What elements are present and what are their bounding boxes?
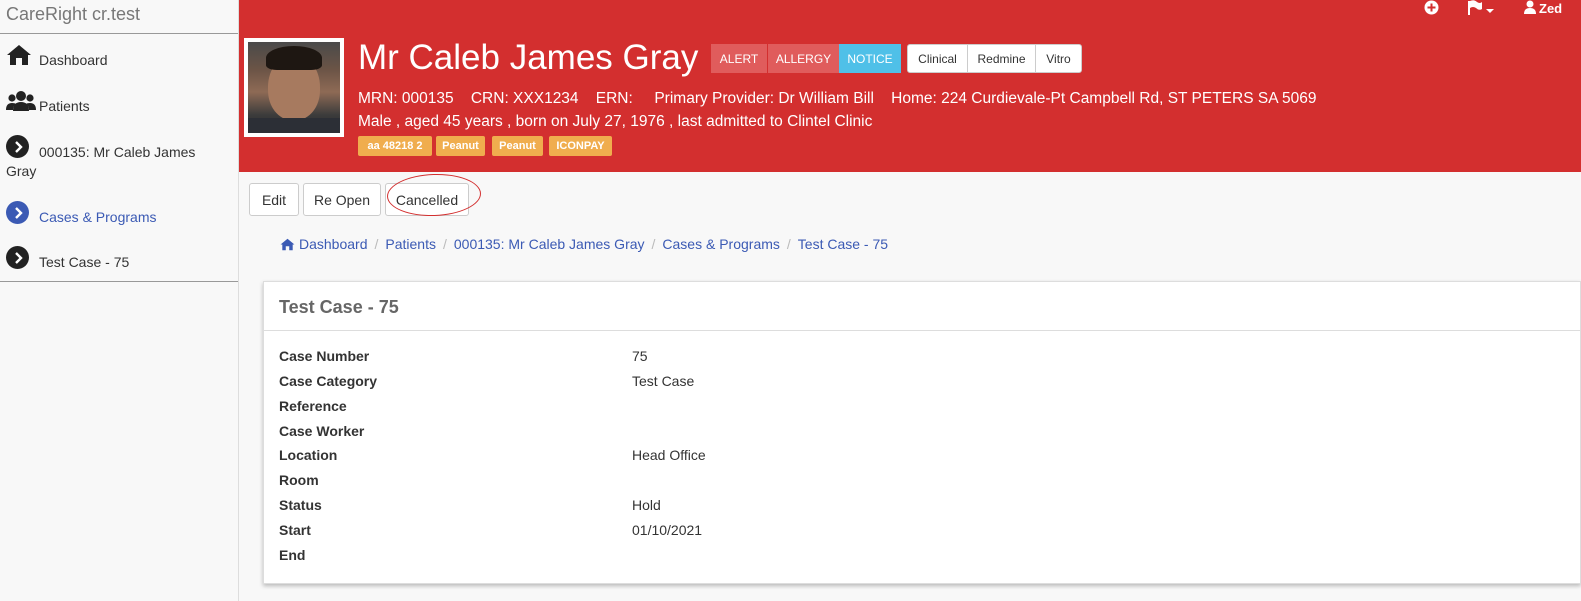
- users-icon: [6, 90, 36, 115]
- field-label: Start: [279, 522, 311, 538]
- patient-tag: Peanut: [436, 136, 485, 156]
- reopen-button[interactable]: Re Open: [303, 183, 381, 216]
- field-value: Test Case: [632, 373, 695, 389]
- field-label: Case Number: [279, 348, 370, 364]
- field-label: Reference: [279, 398, 347, 414]
- sidebar-item-label: Test Case - 75: [39, 254, 130, 270]
- patient-tag: ICONPAY: [549, 136, 612, 156]
- breadcrumb-separator: /: [374, 236, 379, 252]
- breadcrumb-patients[interactable]: Patients: [385, 236, 436, 252]
- home-icon: [280, 238, 295, 251]
- case-field-row: Status Hold: [279, 497, 1479, 517]
- sidebar-item-label: Cases & Programs: [39, 209, 157, 225]
- field-value: 75: [632, 348, 648, 364]
- patient-tag: Peanut: [492, 136, 543, 156]
- breadcrumb: Dashboard / Patients / 000135: Mr Caleb …: [280, 236, 888, 252]
- flag-icon: [1467, 0, 1483, 18]
- brand-title[interactable]: CareRight cr.test: [0, 0, 238, 34]
- home-icon: [6, 44, 32, 69]
- sidebar-item-label: Dashboard: [39, 52, 108, 68]
- field-value: Hold: [632, 497, 661, 513]
- case-details-panel: Test Case - 75 Case Number 75 Case Categ…: [263, 281, 1581, 584]
- breadcrumb-cases-programs[interactable]: Cases & Programs: [662, 236, 779, 252]
- breadcrumb-separator: /: [786, 236, 791, 252]
- breadcrumb-patient[interactable]: 000135: Mr Caleb James Gray: [454, 236, 645, 252]
- sidebar-item-label: Patients: [39, 98, 90, 114]
- breadcrumb-test-case[interactable]: Test Case - 75: [798, 236, 888, 252]
- patient-name: Mr Caleb James Gray: [358, 38, 699, 77]
- patient-header: Zed Mr Caleb James Gray ALERT ALLERGY NO…: [239, 0, 1581, 172]
- user-name: Zed: [1539, 1, 1563, 16]
- patient-tag: aa 48218 2: [358, 136, 432, 156]
- breadcrumb-separator: /: [442, 236, 447, 252]
- case-field-row: Start 01/10/2021: [279, 522, 1479, 542]
- sidebar-item-patient-record[interactable]: 000135: Mr Caleb James Gray: [0, 135, 238, 179]
- notice-button[interactable]: NOTICE: [839, 44, 901, 73]
- case-field-row: Case Number 75: [279, 348, 1479, 368]
- chevron-right-icon: [6, 246, 29, 269]
- user-menu[interactable]: Zed: [1524, 0, 1562, 17]
- panel-title: Test Case - 75: [279, 297, 399, 317]
- field-label: Case Worker: [279, 423, 365, 439]
- case-field-row: Room: [279, 472, 1479, 492]
- sidebar-item-label: 000135: Mr Caleb James: [39, 144, 196, 160]
- caret-down-icon: [1486, 2, 1494, 17]
- flag-dropdown[interactable]: [1467, 0, 1494, 18]
- sidebar-item-test-case[interactable]: Test Case - 75: [0, 246, 238, 276]
- case-field-row: Case Category Test Case: [279, 373, 1479, 393]
- sidebar-divider: [0, 281, 238, 282]
- field-label: End: [279, 547, 306, 563]
- user-icon: [1524, 0, 1536, 17]
- clinical-button[interactable]: Clinical: [907, 44, 968, 73]
- sidebar: CareRight cr.test Dashboard Patients 000…: [0, 0, 239, 601]
- vitro-button[interactable]: Vitro: [1035, 44, 1082, 73]
- sidebar-item-patients[interactable]: Patients: [0, 90, 238, 120]
- case-field-row: Location Head Office: [279, 447, 1479, 467]
- case-field-row: End: [279, 547, 1479, 567]
- field-value: Head Office: [632, 447, 706, 463]
- field-label: Location: [279, 447, 338, 463]
- sidebar-item-label-continued: Gray: [6, 163, 37, 179]
- redmine-button[interactable]: Redmine: [967, 44, 1036, 73]
- panel-divider: [264, 330, 1580, 331]
- chevron-right-icon: [6, 201, 29, 224]
- patient-avatar: [244, 38, 344, 137]
- field-value: 01/10/2021: [632, 522, 703, 538]
- chevron-right-icon: [6, 135, 29, 158]
- patient-details-line1: MRN: 000135 CRN: XXX1234 ERN: Primary Pr…: [358, 90, 1317, 107]
- patient-details-line2: Male , aged 45 years , born on July 27, …: [358, 113, 873, 130]
- case-field-row: Case Worker: [279, 423, 1479, 443]
- add-icon[interactable]: [1424, 0, 1439, 15]
- sidebar-item-dashboard[interactable]: Dashboard: [0, 44, 238, 74]
- allergy-button[interactable]: ALLERGY: [768, 44, 839, 73]
- sidebar-item-cases-programs[interactable]: Cases & Programs: [0, 201, 238, 231]
- field-label: Status: [279, 497, 322, 513]
- edit-button[interactable]: Edit: [249, 183, 299, 216]
- breadcrumb-separator: /: [651, 236, 656, 252]
- alert-button[interactable]: ALERT: [711, 44, 767, 73]
- field-label: Room: [279, 472, 319, 488]
- field-label: Case Category: [279, 373, 378, 389]
- breadcrumb-dashboard[interactable]: Dashboard: [299, 236, 368, 252]
- case-field-row: Reference: [279, 398, 1479, 418]
